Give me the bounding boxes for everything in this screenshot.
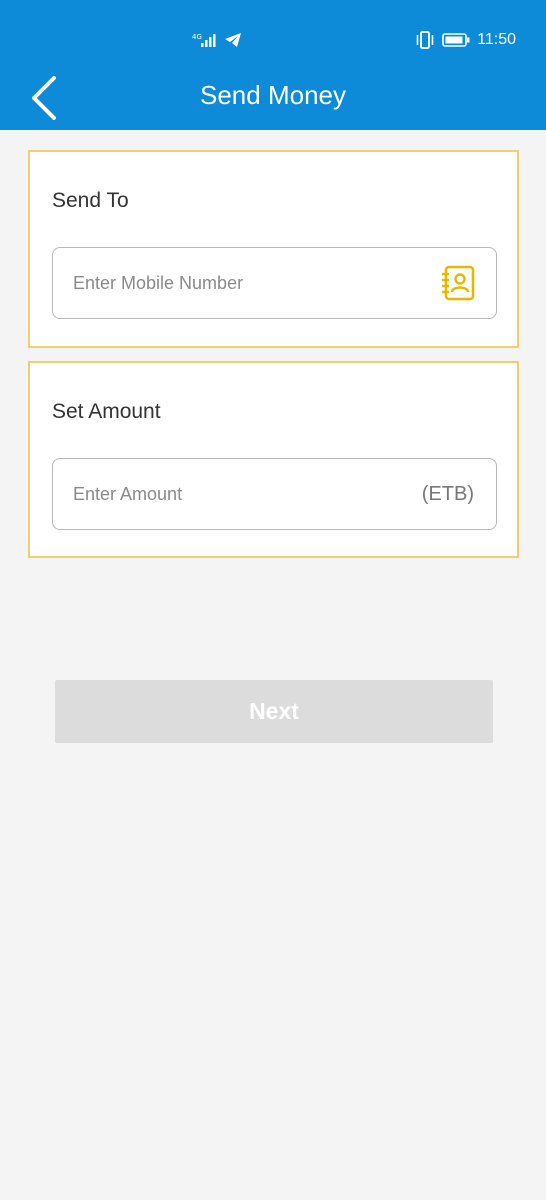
mobile-number-field[interactable] [52,247,497,319]
signal-icon: 4G [192,33,216,47]
title-bar: Send Money [0,66,546,128]
status-left-icons: 4G [192,30,242,50]
mobile-number-input[interactable] [73,248,413,318]
app-header: 4G 11:50 Send Money [0,0,546,130]
next-button[interactable]: Next [55,680,493,743]
set-amount-card: Set Amount (ETB) [28,361,519,558]
svg-text:4G: 4G [192,33,202,41]
battery-icon [442,33,470,47]
currency-unit: (ETB) [421,483,474,505]
amount-field[interactable]: (ETB) [52,458,497,530]
telegram-icon [225,33,241,47]
send-to-label: Send To [52,189,129,212]
contact-book-icon[interactable] [440,265,476,301]
vibrate-icon [416,31,434,49]
page-title: Send Money [200,80,346,110]
set-amount-label: Set Amount [52,400,161,423]
status-time: 11:50 [477,31,516,48]
status-right-icons: 11:50 [415,30,516,50]
amount-input[interactable] [73,459,413,529]
send-to-card: Send To [28,150,519,348]
